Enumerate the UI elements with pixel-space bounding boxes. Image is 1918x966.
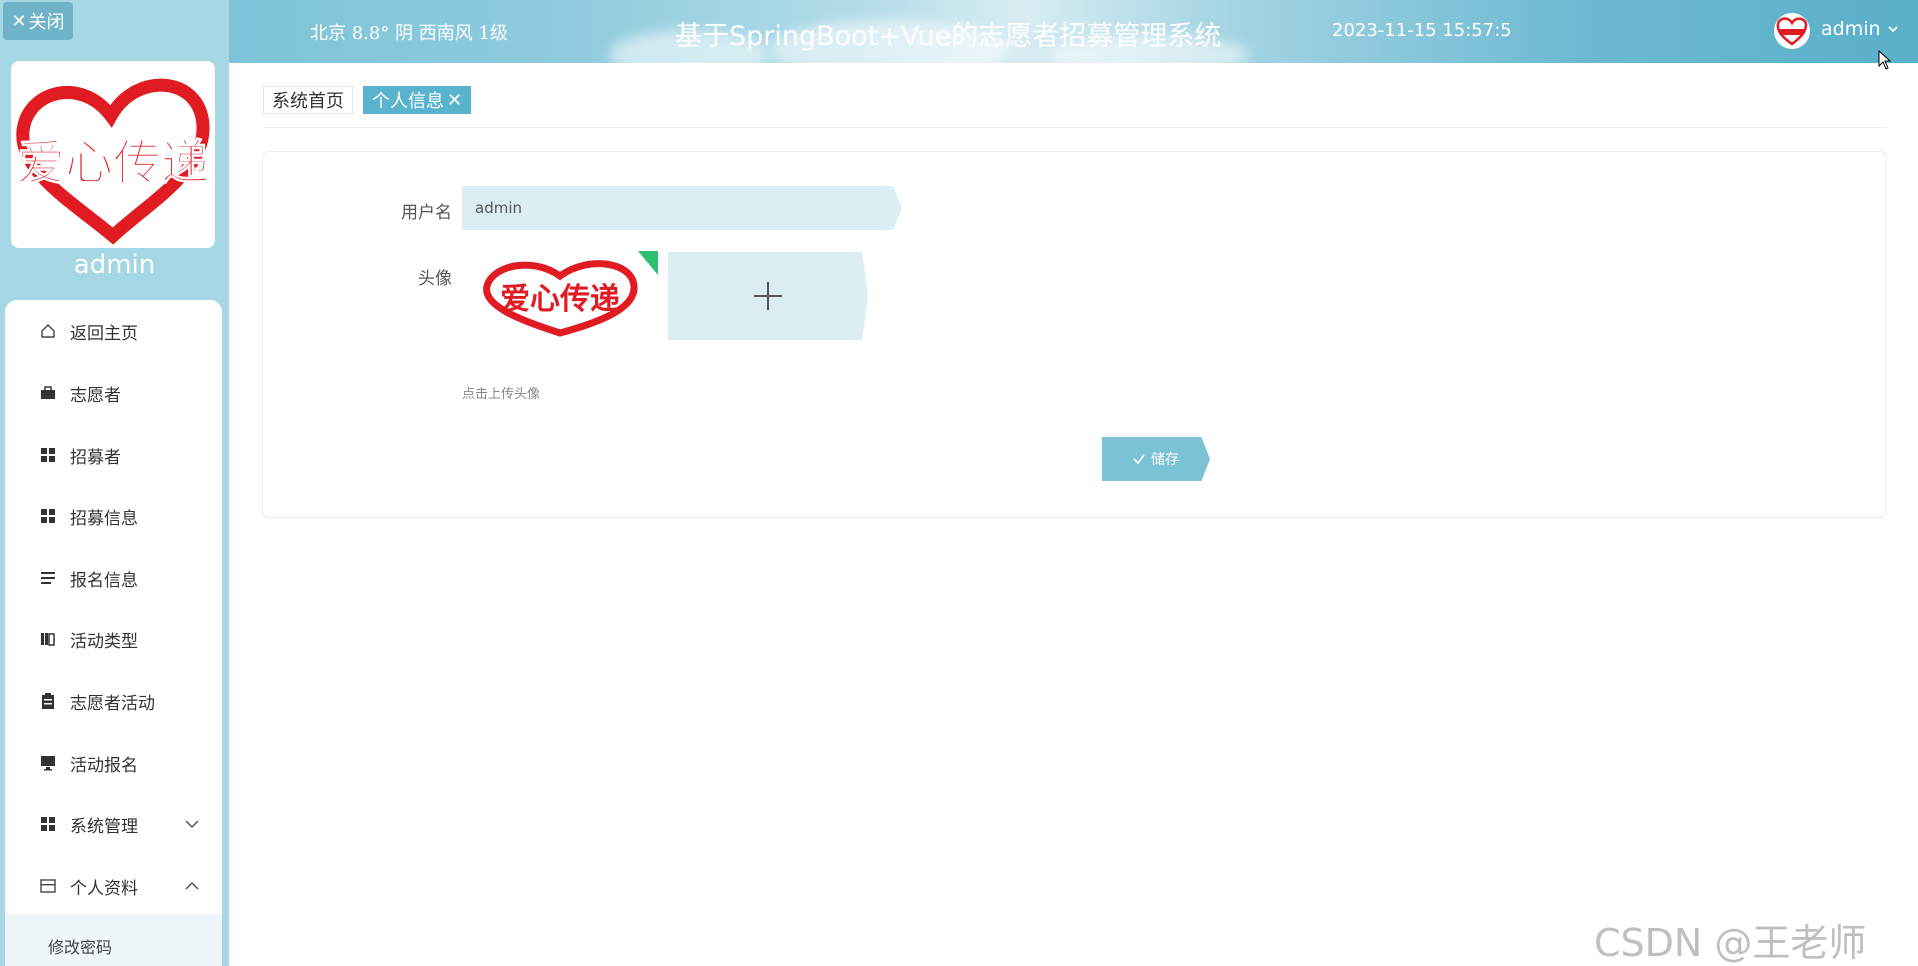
tab-home[interactable]: 系统首页 bbox=[263, 86, 353, 114]
plus-icon bbox=[754, 282, 782, 310]
current-datetime: 2023-11-15 15:57:5 bbox=[1332, 20, 1512, 41]
profile-form-card: 用户名 admin 头像 爱心传递 点击上传头像 储存 bbox=[262, 151, 1886, 518]
books-icon bbox=[39, 630, 57, 648]
monitor-icon bbox=[39, 754, 57, 772]
menu-item-activity-signup[interactable]: 活动报名 bbox=[5, 738, 222, 788]
user-dropdown[interactable]: admin bbox=[1821, 18, 1899, 40]
card-icon bbox=[39, 877, 57, 895]
menu-item-recruit-info[interactable]: 招募信息 bbox=[5, 491, 222, 541]
top-header: 北京 8.8° 阴 西南风 1级 基于SpringBoot+Vue的志愿者招募管… bbox=[229, 0, 1918, 63]
close-icon: ✕ bbox=[11, 10, 27, 32]
tab-bar: 系统首页 个人信息 ✕ bbox=[263, 86, 472, 114]
username-input[interactable]: admin bbox=[462, 186, 902, 230]
list-icon bbox=[39, 569, 57, 587]
menu-item-label: 志愿者活动 bbox=[70, 693, 155, 714]
logo: 爱心传递 bbox=[11, 61, 215, 248]
check-icon bbox=[1133, 454, 1145, 465]
menu-item-label: 报名信息 bbox=[70, 570, 138, 591]
menu-item-label: 活动报名 bbox=[70, 755, 138, 776]
menu-item-volunteer-activity[interactable]: 志愿者活动 bbox=[5, 676, 222, 726]
avatar-preview[interactable]: 爱心传递 bbox=[462, 251, 658, 341]
menu-item-label: 招募者 bbox=[70, 447, 121, 468]
sidebar: ✕ 关闭 爱心传递 admin 返回主页 志愿者 招募者 招募信息 报名信息 活… bbox=[0, 0, 229, 966]
tab-divider bbox=[263, 127, 1887, 128]
svg-text:爱心传递: 爱心传递 bbox=[17, 135, 209, 191]
sidebar-menu: 返回主页 志愿者 招募者 招募信息 报名信息 活动类型 志愿者活动 活动报名 系… bbox=[5, 300, 222, 966]
menu-item-label: 志愿者 bbox=[70, 385, 121, 406]
briefcase-icon bbox=[39, 384, 57, 402]
menu-item-system-admin[interactable]: 系统管理 bbox=[5, 799, 222, 849]
chevron-down-icon bbox=[1887, 26, 1898, 33]
chevron-down-icon bbox=[185, 820, 199, 829]
menu-item-recruiter[interactable]: 招募者 bbox=[5, 430, 222, 480]
grid-icon bbox=[39, 446, 57, 464]
weather-info: 北京 8.8° 阴 西南风 1级 bbox=[310, 23, 508, 44]
system-title: 基于SpringBoot+Vue的志愿者招募管理系统 bbox=[675, 21, 1222, 52]
clipboard-icon bbox=[39, 692, 57, 710]
menu-item-label: 招募信息 bbox=[70, 508, 138, 529]
svg-text:爱心传递: 爱心传递 bbox=[500, 282, 620, 317]
upload-hint: 点击上传头像 bbox=[462, 387, 541, 402]
menu-item-label: 个人资料 bbox=[70, 878, 138, 899]
tab-personal-info[interactable]: 个人信息 ✕ bbox=[363, 86, 472, 114]
tab-label: 系统首页 bbox=[272, 91, 344, 112]
menu-item-signup-info[interactable]: 报名信息 bbox=[5, 553, 222, 603]
avatar-label: 头像 bbox=[418, 269, 452, 289]
close-sidebar-button[interactable]: ✕ 关闭 bbox=[3, 2, 73, 40]
heart-logo-icon: 爱心传递 bbox=[16, 78, 210, 245]
menu-item-activity-type[interactable]: 活动类型 bbox=[5, 614, 222, 664]
submenu-item-change-password[interactable]: 修改密码 bbox=[48, 934, 112, 958]
avatar-upload-button[interactable] bbox=[668, 252, 868, 340]
tab-label: 个人信息 bbox=[372, 91, 444, 112]
save-button[interactable]: 储存 bbox=[1102, 437, 1210, 481]
close-icon[interactable]: ✕ bbox=[447, 90, 462, 111]
avatar-image: 爱心传递 bbox=[483, 251, 658, 337]
header-avatar[interactable] bbox=[1774, 13, 1810, 49]
grid-icon bbox=[39, 507, 57, 525]
close-label: 关闭 bbox=[28, 12, 65, 33]
sidebar-username: admin bbox=[73, 250, 156, 280]
heart-logo-icon bbox=[1776, 17, 1808, 46]
menu-item-label: 活动类型 bbox=[70, 631, 138, 652]
username-label: 用户名 bbox=[401, 203, 452, 223]
username-value: admin bbox=[475, 199, 522, 217]
home-icon bbox=[39, 322, 57, 340]
profile-submenu: 修改密码 bbox=[5, 914, 222, 966]
chevron-up-icon bbox=[185, 881, 199, 890]
grid-icon bbox=[39, 815, 57, 833]
menu-item-label: 返回主页 bbox=[70, 323, 138, 344]
menu-item-profile[interactable]: 个人资料 bbox=[5, 861, 222, 911]
header-username: admin bbox=[1821, 18, 1881, 40]
menu-item-home[interactable]: 返回主页 bbox=[5, 306, 222, 356]
mouse-cursor-icon bbox=[1878, 50, 1892, 70]
save-label: 储存 bbox=[1151, 452, 1179, 468]
watermark: CSDN @王老师621 bbox=[1594, 921, 1867, 965]
menu-item-label: 系统管理 bbox=[70, 816, 138, 837]
menu-item-volunteer[interactable]: 志愿者 bbox=[5, 368, 222, 418]
